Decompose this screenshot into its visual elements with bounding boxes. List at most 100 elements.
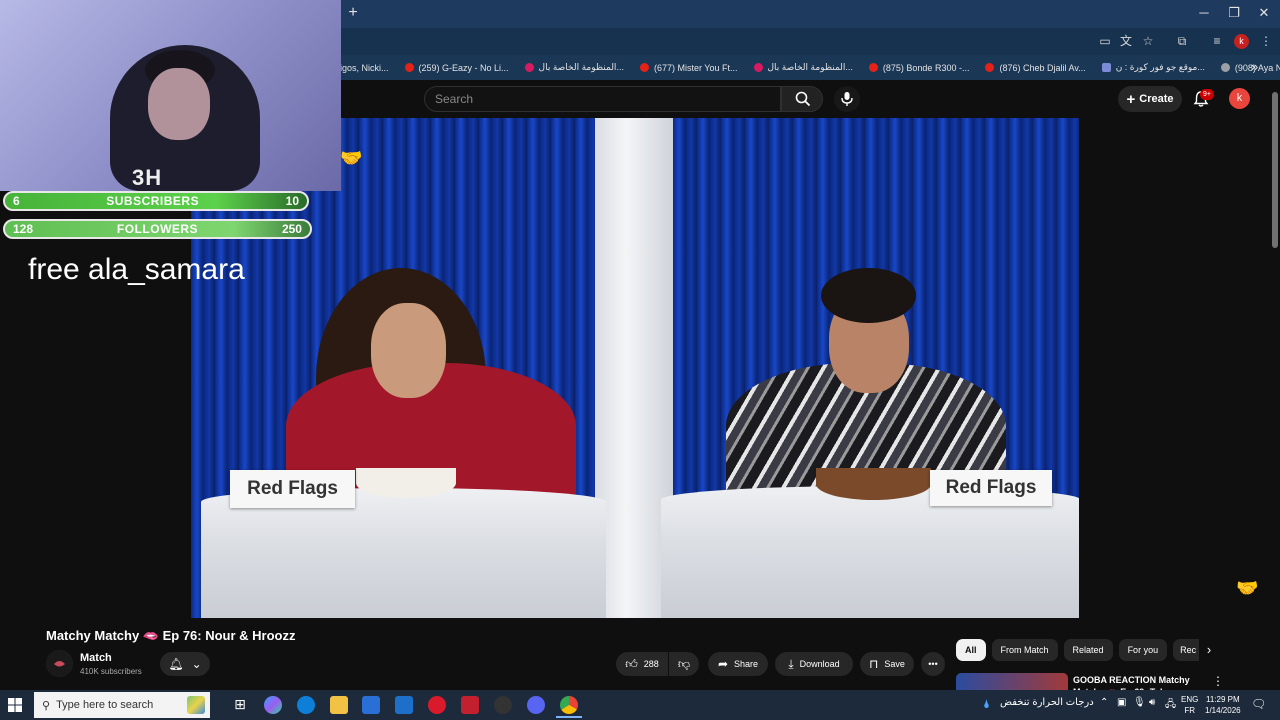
- save-label: Save: [884, 659, 905, 669]
- bookmark-icon: ⊓: [869, 657, 879, 671]
- chip-recent[interactable]: Rec: [1173, 639, 1200, 661]
- subscribers-current: 6: [13, 194, 20, 208]
- microphone-icon: [841, 92, 853, 106]
- youtube-icon: [404, 63, 414, 72]
- followers-current: 128: [13, 222, 34, 236]
- youtube-icon: [868, 63, 878, 72]
- active-app-indicator: [556, 716, 582, 718]
- subscription-bell-button[interactable]: 🔔︎ ⌄: [160, 652, 210, 676]
- microphone-icon[interactable]: 🎙︎: [1133, 697, 1146, 708]
- discord-icon[interactable]: [527, 696, 545, 714]
- store-icon[interactable]: [362, 696, 380, 714]
- channel-watermark-icon[interactable]: 🤝: [1236, 578, 1258, 599]
- network-icon[interactable]: 🖧: [1165, 697, 1176, 714]
- bookmark-item[interactable]: المنظومة الخاصة بال...: [524, 62, 624, 73]
- video-bowl-right: [816, 468, 931, 500]
- save-button[interactable]: ⊓ Save: [860, 652, 914, 676]
- chip-from-match[interactable]: From Match: [991, 639, 1058, 661]
- taskbar-search-placeholder: Type here to search: [56, 699, 154, 711]
- subscribers-goal: 10: [285, 194, 299, 208]
- download-button[interactable]: ⤓ Download: [775, 652, 853, 676]
- task-view-icon[interactable]: ⊞: [231, 696, 249, 714]
- tray-app-icon[interactable]: ▣: [1117, 697, 1126, 708]
- edge-icon[interactable]: [297, 696, 315, 714]
- input-language[interactable]: ENG FR: [1181, 694, 1198, 716]
- channel-name[interactable]: Match: [80, 652, 112, 664]
- account-avatar[interactable]: k: [1229, 88, 1250, 109]
- bookmark-item[interactable]: موقع جو فور كورة : ن...: [1101, 62, 1205, 73]
- red-flags-sign-right: Red Flags: [930, 470, 1052, 506]
- obs-icon[interactable]: [494, 696, 512, 714]
- thumbs-down-icon: 👎︎: [677, 656, 691, 671]
- video-player[interactable]: Red Flags Red Flags: [191, 118, 1079, 618]
- volume-icon[interactable]: 🔊︎: [1149, 697, 1155, 708]
- install-app-icon[interactable]: ▭: [1097, 33, 1113, 49]
- taskbar-search[interactable]: ⚲ Type here to search: [34, 692, 210, 718]
- close-window-button[interactable]: ✕: [1254, 4, 1274, 22]
- windows-start-icon[interactable]: [8, 698, 22, 712]
- weather-icon[interactable]: 🌢: [983, 697, 990, 712]
- file-explorer-icon[interactable]: [330, 696, 348, 714]
- bookmark-label: (875) Bonde R300 -...: [882, 62, 970, 73]
- search-icon: [795, 91, 811, 107]
- tray-overflow-icon[interactable]: ⌃: [1100, 697, 1108, 708]
- bookmark-item[interactable]: (875) Bonde R300 -...: [868, 62, 970, 73]
- chip-all[interactable]: All: [956, 639, 986, 661]
- clock-time: 11:29 PM: [1205, 695, 1240, 704]
- taskbar-clock[interactable]: 11:29 PM 1/14/2026: [1205, 694, 1241, 716]
- chip-related[interactable]: Related: [1063, 639, 1113, 661]
- copilot-icon[interactable]: [264, 696, 282, 714]
- bookmarks-overflow-button[interactable]: »: [1251, 59, 1258, 74]
- channel-avatar[interactable]: [46, 650, 73, 677]
- search-button[interactable]: [781, 86, 823, 112]
- bookmark-label: (677) Mister You Ft...: [653, 62, 738, 73]
- media-control-icon[interactable]: ≡: [1209, 33, 1225, 49]
- bookmark-star-icon[interactable]: ☆: [1140, 33, 1156, 49]
- voice-search-button[interactable]: [834, 86, 860, 112]
- search-input[interactable]: Search: [424, 86, 781, 112]
- bookmark-item[interactable]: (876) Cheb Djalil Av...: [985, 63, 1086, 73]
- followers-goal: 250: [281, 222, 302, 236]
- bookmark-item[interactable]: (259) G-Eazy - No Li...: [404, 63, 509, 73]
- chevron-down-icon: ⌄: [191, 657, 202, 671]
- bookmark-label: موقع جو فور كورة : ن...: [1115, 62, 1205, 72]
- webcam-shirt-text: 3H: [132, 165, 163, 190]
- extensions-icon[interactable]: ⧉: [1174, 33, 1190, 49]
- scrollbar-thumb[interactable]: [1272, 92, 1278, 248]
- share-button[interactable]: ➦ Share: [708, 652, 768, 676]
- chrome-icon[interactable]: [560, 696, 578, 714]
- opera-icon[interactable]: [428, 696, 446, 714]
- youtube-icon: [639, 63, 649, 72]
- recommendation-menu-icon[interactable]: ⋮: [1212, 674, 1224, 688]
- restore-button[interactable]: ❐: [1224, 4, 1244, 22]
- channel-subscriber-count: 410K subscribers: [80, 667, 142, 676]
- notification-center-icon[interactable]: 🗨︎: [1251, 697, 1267, 713]
- create-button[interactable]: + Create: [1118, 86, 1182, 112]
- plus-icon: +: [1126, 90, 1136, 108]
- browser-menu-icon[interactable]: ⋮: [1258, 33, 1274, 49]
- wps-office-icon[interactable]: [461, 696, 479, 714]
- browser-profile-avatar[interactable]: k: [1234, 34, 1249, 49]
- share-icon: ➦: [717, 657, 729, 671]
- bookmark-item[interactable]: (677) Mister You Ft...: [639, 62, 738, 73]
- chip-for-you[interactable]: For you: [1118, 639, 1168, 661]
- thumbs-up-icon: 👍︎: [625, 656, 638, 671]
- chevron-right-icon[interactable]: ›: [1200, 641, 1218, 659]
- create-label: Create: [1139, 93, 1174, 105]
- dislike-button[interactable]: 👎︎: [669, 652, 699, 676]
- weather-text[interactable]: درجات الحرارة تنخفض: [1000, 697, 1094, 708]
- site-icon: [524, 63, 534, 72]
- taskbar-app-widget[interactable]: [187, 696, 205, 714]
- youtube-icon: [985, 63, 995, 72]
- minimize-button[interactable]: ─: [1194, 4, 1214, 22]
- translate-icon[interactable]: 文: [1118, 33, 1134, 49]
- more-actions-button[interactable]: •••: [921, 652, 945, 676]
- download-icon: ⤓: [788, 656, 794, 671]
- like-button[interactable]: 👍︎ 288: [616, 652, 668, 676]
- new-tab-button[interactable]: +: [344, 4, 362, 22]
- bookmark-item[interactable]: igos, Nicki...: [340, 63, 389, 73]
- subscribers-label: SUBSCRIBERS: [106, 194, 200, 208]
- language-primary: ENG: [1181, 695, 1199, 704]
- mail-icon[interactable]: [395, 696, 413, 714]
- bookmark-item[interactable]: المنظومة الخاصة بال...: [753, 62, 853, 73]
